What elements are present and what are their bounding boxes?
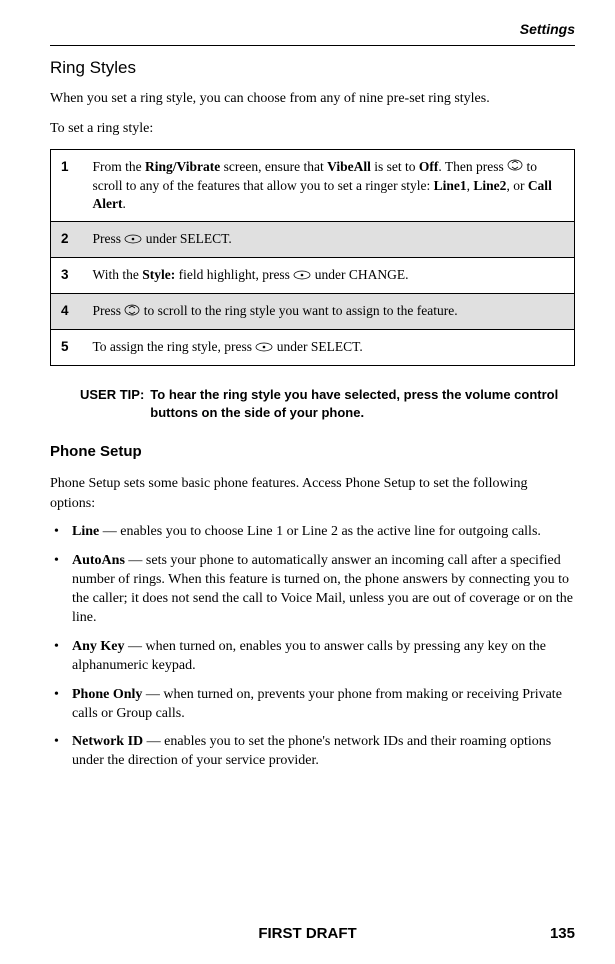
scroll-icon (124, 303, 140, 321)
table-row: 3 With the Style: field highlight, press… (51, 258, 575, 294)
text: Press (93, 231, 125, 246)
dot-button-icon (124, 231, 142, 249)
step-text: Press to scroll to the ring style you wa… (83, 294, 575, 330)
bold-term: Off (419, 159, 439, 174)
step-number: 4 (51, 294, 83, 330)
bold-term: Line2 (473, 178, 506, 193)
step-text: To assign the ring style, press under SE… (83, 330, 575, 366)
step-number: 3 (51, 258, 83, 294)
footer-draft: FIRST DRAFT (258, 923, 356, 944)
text: — sets your phone to automatically answe… (72, 553, 573, 625)
text: to scroll to the ring style you want to … (140, 303, 457, 318)
text: , or (506, 178, 527, 193)
step-number: 5 (51, 330, 83, 366)
text: — when turned on, prevents your phone fr… (72, 687, 562, 721)
bold-term: Any Key (72, 639, 125, 654)
text: under SELECT. (273, 339, 362, 354)
list-item: Any Key — when turned on, enables you to… (50, 638, 575, 676)
phone-setup-title: Phone Setup (50, 441, 575, 462)
table-row: 2 Press under SELECT. (51, 222, 575, 258)
scroll-icon (507, 158, 523, 176)
ring-styles-intro: When you set a ring style, you can choos… (50, 89, 575, 109)
step-text: From the Ring/Vibrate screen, ensure tha… (83, 149, 575, 221)
table-row: 1 From the Ring/Vibrate screen, ensure t… (51, 149, 575, 221)
bold-term: Line (72, 524, 99, 539)
text: To assign the ring style, press (93, 339, 256, 354)
dot-button-icon (293, 267, 311, 285)
text: From the (93, 159, 146, 174)
table-row: 4 Press to scroll to the ring style you … (51, 294, 575, 330)
text: field highlight, press (175, 267, 293, 282)
table-row: 5 To assign the ring style, press under … (51, 330, 575, 366)
user-tip-text: To hear the ring style you have selected… (150, 386, 575, 421)
step-text: Press under SELECT. (83, 222, 575, 258)
step-number: 2 (51, 222, 83, 258)
phone-setup-intro: Phone Setup sets some basic phone featur… (50, 474, 575, 513)
text: under CHANGE. (311, 267, 408, 282)
text: With the (93, 267, 143, 282)
user-tip-label: USER TIP: (80, 386, 144, 421)
text: screen, ensure that (220, 159, 327, 174)
page-footer: FIRST DRAFT 135 (0, 923, 615, 944)
steps-table: 1 From the Ring/Vibrate screen, ensure t… (50, 149, 575, 367)
bold-term: Ring/Vibrate (145, 159, 220, 174)
footer-page-number: 135 (550, 923, 575, 944)
text: — enables you to set the phone's network… (72, 734, 551, 768)
ring-styles-subtitle: To set a ring style: (50, 119, 575, 139)
text: under SELECT. (142, 231, 231, 246)
text: Press (93, 303, 125, 318)
text: is set to (371, 159, 419, 174)
list-item: Network ID — enables you to set the phon… (50, 733, 575, 771)
bold-term: Phone Only (72, 687, 142, 702)
text: — enables you to choose Line 1 or Line 2… (99, 524, 541, 539)
text: — when turned on, enables you to answer … (72, 639, 546, 673)
header-rule (50, 45, 575, 46)
page-header-section: Settings (50, 20, 575, 40)
bold-term: Network ID (72, 734, 143, 749)
list-item: Phone Only — when turned on, prevents yo… (50, 686, 575, 724)
bold-term: Style: (142, 267, 175, 282)
step-number: 1 (51, 149, 83, 221)
bold-term: Line1 (434, 178, 467, 193)
bold-term: VibeAll (327, 159, 371, 174)
ring-styles-title: Ring Styles (50, 56, 575, 80)
text: . (122, 196, 125, 211)
step-text: With the Style: field highlight, press u… (83, 258, 575, 294)
phone-setup-list: Line — enables you to choose Line 1 or L… (50, 523, 575, 771)
dot-button-icon (255, 339, 273, 357)
list-item: AutoAns — sets your phone to automatical… (50, 552, 575, 628)
bold-term: AutoAns (72, 553, 125, 568)
text: . Then press (438, 159, 507, 174)
user-tip: USER TIP: To hear the ring style you hav… (80, 386, 575, 421)
list-item: Line — enables you to choose Line 1 or L… (50, 523, 575, 542)
